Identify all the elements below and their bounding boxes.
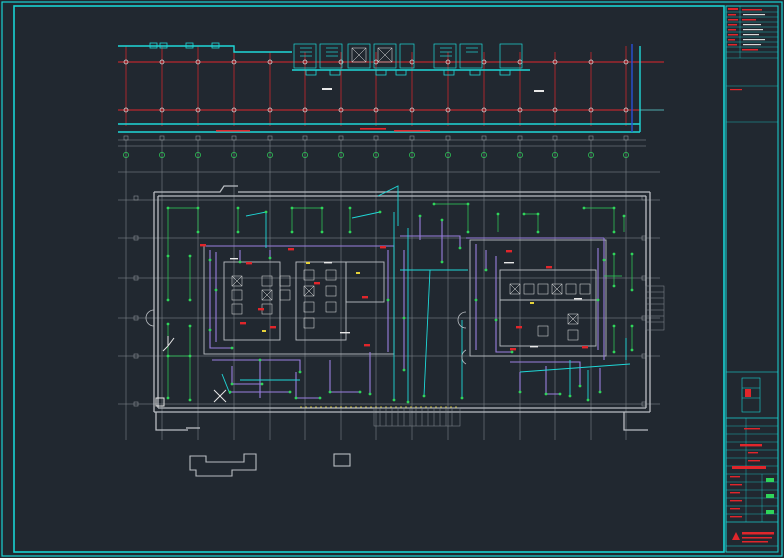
cad-drawing-sheet [0, 0, 784, 558]
key-plan-highlight [745, 389, 751, 397]
sheet-background [0, 0, 784, 558]
